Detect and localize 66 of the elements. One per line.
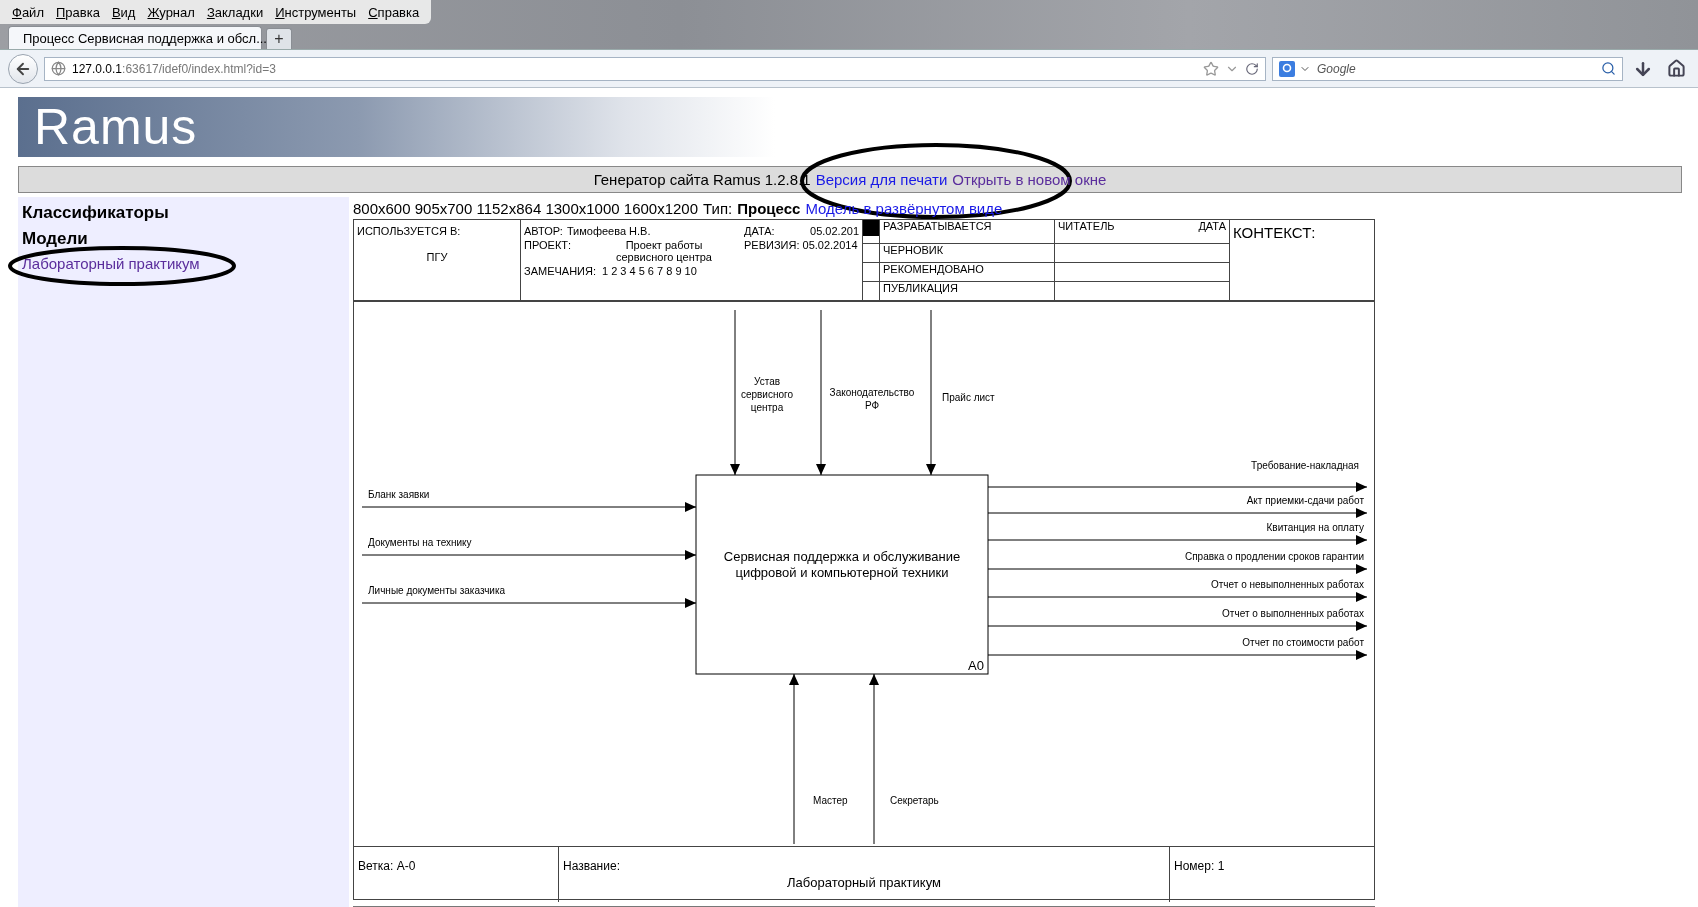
arrow-label: Отчет о невыполненных работах [1211, 579, 1364, 590]
arrow-label: Справка о продлении сроков гарантии [1184, 551, 1364, 562]
new-tab-button[interactable]: + [266, 28, 292, 50]
field-value: 05.02.2014 [802, 239, 858, 251]
field-label: ЧИТАТЕЛЬ [1058, 220, 1115, 232]
logo: Ramus [34, 98, 198, 156]
menu-item[interactable]: Вид [105, 4, 142, 20]
address-field[interactable]: 127.0.0.1:63617/idef0/index.html?id=3 [44, 56, 1266, 81]
menu-item[interactable]: Журнал [141, 4, 201, 20]
back-button[interactable] [8, 53, 38, 84]
menu-item[interactable]: Инструменты [269, 4, 363, 20]
field-value: Проект работы сервисного центра [615, 239, 713, 263]
field-label: ЗАМЕЧАНИЯ: [524, 265, 596, 277]
field-label: ДАТА: [744, 225, 775, 237]
reload-icon[interactable] [1245, 61, 1259, 76]
field-value: 05.02.201 [810, 225, 859, 237]
size-options: 800x600 905x700 1152x864 1300x1000 1600x1200 [353, 199, 699, 217]
arrow-label: Мастер [813, 795, 848, 806]
globe-icon [51, 61, 66, 77]
search-icon[interactable] [1601, 61, 1616, 77]
field-value: 1 2 3 4 5 6 7 8 9 10 [602, 265, 697, 277]
type-label: Тип: [703, 199, 733, 217]
arrow-label: Квитанция на оплату [1266, 522, 1364, 533]
arrow-label: Секретарь [890, 795, 939, 806]
field-label: Номер: 1 [1174, 859, 1226, 873]
field-label: Название: [563, 859, 621, 873]
sidebar-heading[interactable]: Классификаторы [22, 203, 345, 223]
field-label: ПРОЕКТ: [524, 239, 573, 253]
field-label: КОНТЕКСТ: [1233, 223, 1317, 241]
arrow-label: Отчет о выполненных работах [1222, 608, 1364, 619]
status-label: ПУБЛИКАЦИЯ [883, 282, 958, 295]
arrow-label: Устав сервисного центра [740, 376, 794, 413]
menu-item[interactable]: Закладки [200, 4, 270, 20]
process-title: Сервисная поддержка и обслуживание цифровой и компьютерной техники [723, 549, 961, 580]
menu-item[interactable]: Правка [49, 4, 106, 20]
menu-item[interactable]: Справка [362, 4, 426, 20]
arrow-label: Документы на технику [368, 537, 472, 548]
arrow-label: Прайс лист [942, 392, 995, 403]
menu-item[interactable]: Файл [6, 4, 50, 20]
field-value: ПГУ [426, 251, 448, 263]
field-label: ДАТА [1198, 220, 1226, 232]
arrow-label: Отчет по стоимости работ [1242, 637, 1364, 648]
search-engine-icon [1279, 60, 1295, 77]
link[interactable]: Версия для печати [815, 171, 948, 188]
sidebar-heading[interactable]: Модели [22, 229, 345, 249]
bookmark-star-icon[interactable] [1203, 60, 1219, 77]
url-text: 127.0.0.1:63617/idef0/index.html?id=3 [72, 61, 276, 76]
diagram-title: Лабораторный практикум [787, 875, 941, 890]
field-label: Ветка: А-0 [358, 859, 417, 873]
search-input[interactable]: Google [1315, 60, 1597, 77]
arrow-label: Требование-накладная [1251, 460, 1359, 471]
field-label: ИСПОЛЬЗУЕТСЯ В: [357, 225, 461, 237]
arrow-label: Акт приемки-сдачи работ [1246, 495, 1364, 506]
sidebar-link[interactable]: Лабораторный практикум [22, 255, 345, 272]
type-value: Процесс [737, 199, 801, 217]
status-label: РАЗРАБАТЫВАЕТСЯ [883, 220, 992, 232]
field-label: АВТОР: [524, 225, 563, 237]
status-label: ЧЕРНОВИК [883, 244, 944, 257]
node-number: A0 [968, 658, 984, 673]
field-value: Тимофеева Н.В. [566, 225, 651, 237]
field-label: РЕВИЗИЯ: [744, 239, 800, 251]
status-label: РЕКОМЕНДОВАНО [883, 263, 984, 276]
search-bar[interactable]: Google [1272, 56, 1623, 81]
arrow-label: Бланк заявки [368, 489, 430, 500]
arrow-label: Личные документы заказчика [368, 585, 506, 596]
arrow-label: Законодательство РФ [829, 387, 915, 411]
